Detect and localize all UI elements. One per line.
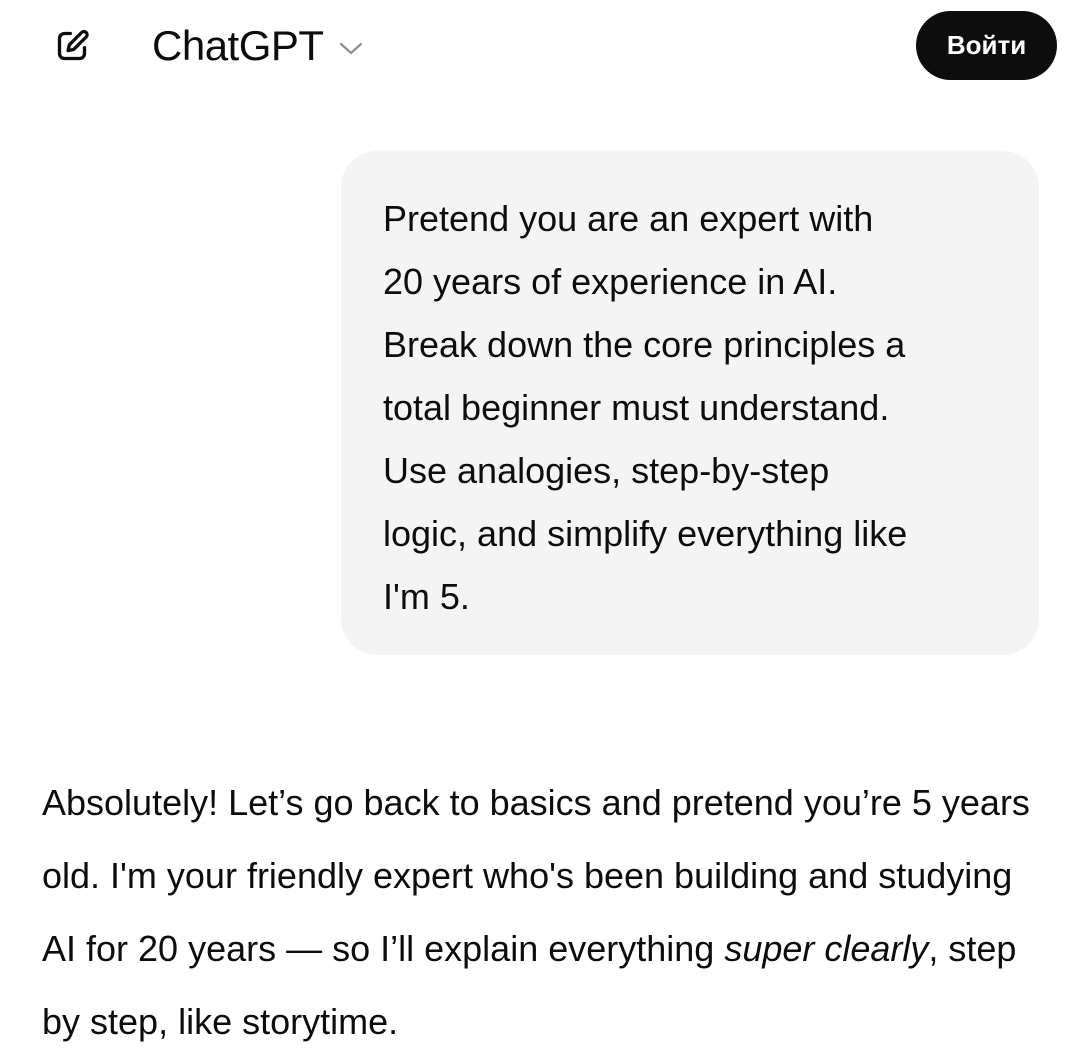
chevron-down-icon: [338, 41, 364, 57]
model-selector[interactable]: ChatGPT: [152, 18, 364, 74]
new-chat-button[interactable]: [44, 20, 100, 72]
assistant-message: Absolutely! Let’s go back to basics and …: [42, 766, 1052, 1058]
login-button[interactable]: Войти: [916, 11, 1057, 80]
model-name: ChatGPT: [152, 22, 324, 69]
top-bar: ChatGPT Войти: [0, 0, 1081, 92]
assistant-message-emphasis: super clearly: [724, 928, 929, 969]
user-message-bubble: Pretend you are an expert with 20 years …: [341, 151, 1039, 655]
compose-icon: [57, 29, 89, 61]
user-message-text: Pretend you are an expert with 20 years …: [383, 198, 908, 617]
